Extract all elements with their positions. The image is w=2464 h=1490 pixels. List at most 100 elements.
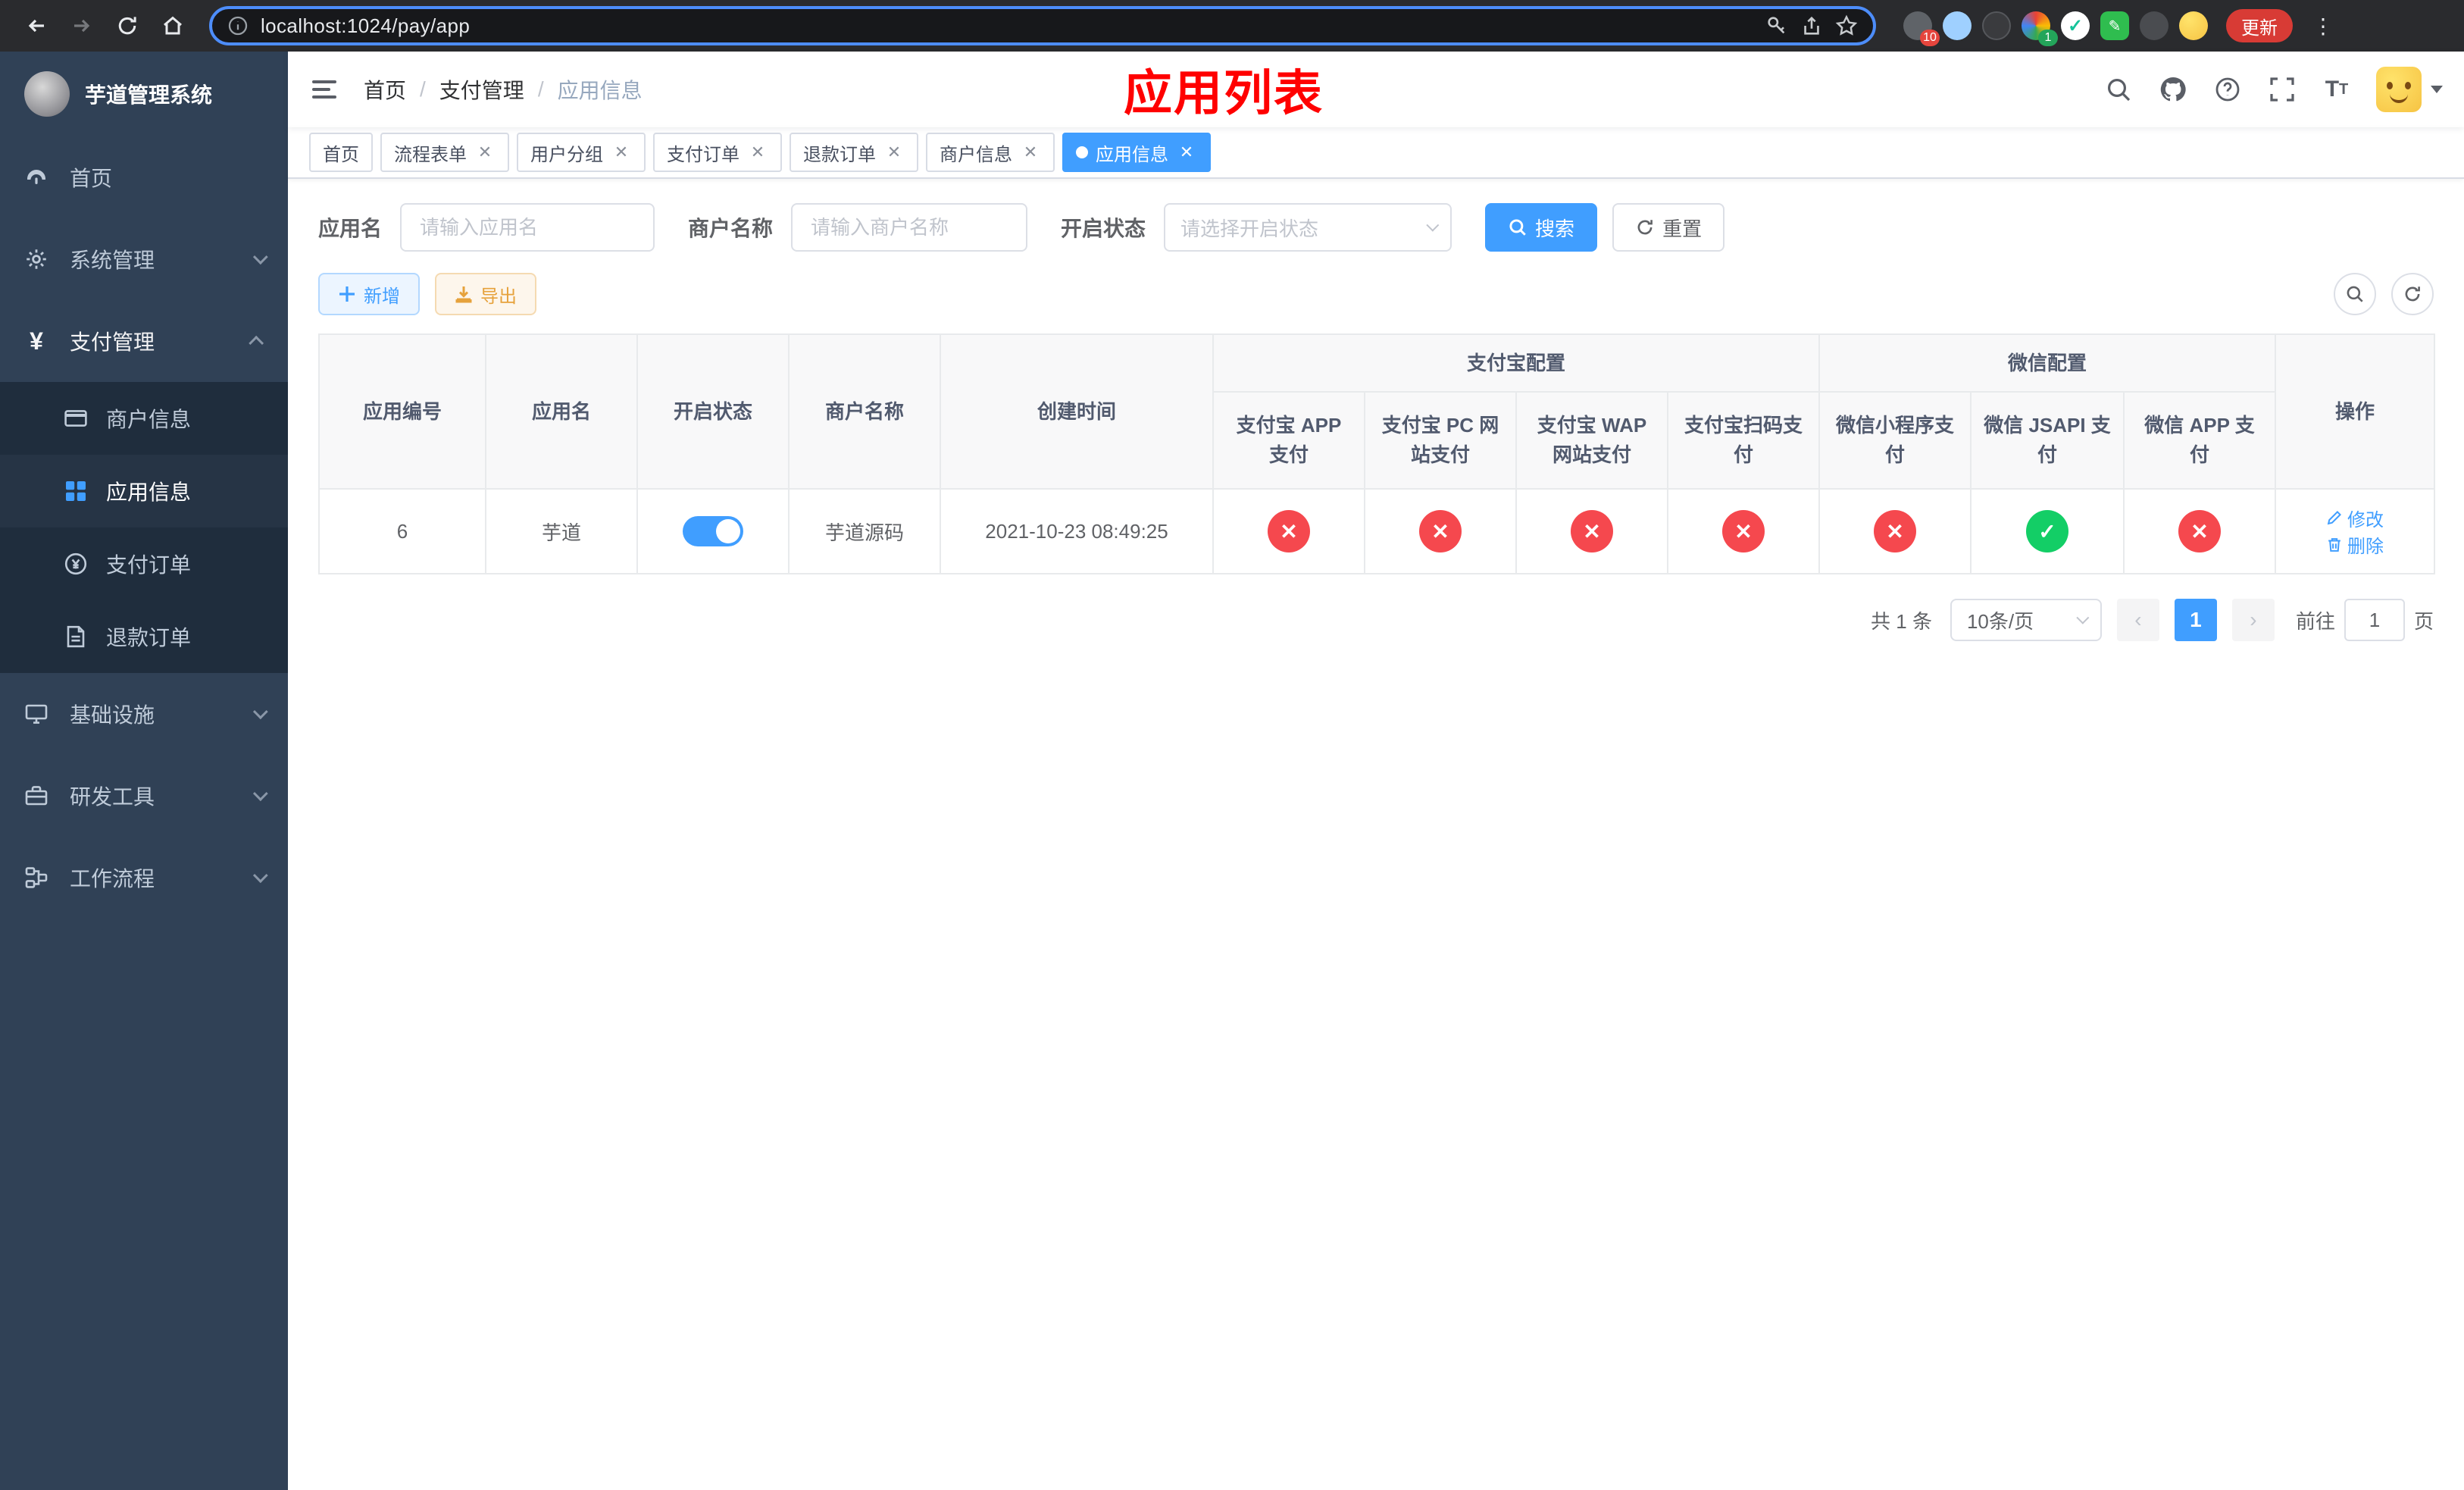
refresh-button[interactable] — [2391, 273, 2434, 315]
sidebar-item-pay-orders[interactable]: 支付订单 — [0, 527, 288, 600]
prev-page-button[interactable]: ‹ — [2116, 599, 2159, 641]
extension-puzzle2-icon[interactable] — [2140, 11, 2169, 40]
extensions-bar: 10 1 ✓ ✎ — [1903, 11, 2208, 46]
close-icon[interactable]: ✕ — [883, 142, 905, 163]
merchant-name-input[interactable] — [791, 203, 1028, 252]
page-title-annotation: 应用列表 — [1123, 66, 1324, 121]
search-icon[interactable] — [2103, 74, 2134, 105]
close-icon[interactable]: ✕ — [1176, 142, 1197, 163]
collapse-sidebar-icon[interactable] — [309, 73, 342, 106]
col-group-alipay: 支付宝配置 — [1212, 333, 1821, 393]
current-page-button[interactable]: 1 — [2174, 599, 2217, 641]
breadcrumb-separator: / — [420, 77, 426, 101]
cell-merchant: 芋道源码 — [788, 488, 941, 574]
tab-process-form[interactable]: 流程表单 ✕ — [380, 133, 509, 172]
close-icon[interactable]: ✕ — [611, 142, 632, 163]
sidebar-item-label: 支付管理 — [70, 330, 155, 354]
cell-created: 2021-10-23 08:49:25 — [940, 488, 1214, 574]
col-alipay-pc: 支付宝 PC 网站支付 — [1364, 391, 1517, 490]
export-button[interactable]: 导出 — [435, 273, 536, 315]
close-icon[interactable]: ✕ — [747, 142, 768, 163]
total-count: 共 1 条 — [1871, 609, 1932, 633]
toggle-search-button[interactable] — [2334, 273, 2376, 315]
back-icon[interactable] — [15, 5, 58, 47]
page-unit-label: 页 — [2413, 609, 2434, 633]
password-key-icon[interactable] — [1765, 14, 1788, 37]
sidebar: 芋道管理系统 首页 系统管理 ¥ 支付管理 商户信息 应用信息 支付订单 退款订… — [0, 52, 288, 1490]
extension-dark-icon[interactable] — [1982, 11, 2011, 40]
browser-menu-icon[interactable]: ⋮ — [2302, 5, 2344, 47]
active-dot — [1076, 146, 1088, 158]
sidebar-item-label: 系统管理 — [70, 249, 155, 272]
search-button[interactable]: 搜索 — [1485, 203, 1598, 252]
help-icon[interactable] — [2212, 74, 2243, 105]
goto-page-input[interactable] — [2344, 599, 2405, 641]
tab-home[interactable]: 首页 — [309, 133, 373, 172]
app-table: 应用编号 应用名 开启状态 商户名称 创建时间 支付宝配置 微信配置 操作 支付… — [318, 333, 2436, 574]
github-icon[interactable] — [2158, 74, 2188, 105]
extension-puzzle-icon[interactable]: 10 — [1903, 11, 1940, 46]
chevron-down-icon — [1426, 218, 1440, 232]
check-icon: ✓ — [2026, 510, 2069, 552]
user-menu[interactable] — [2376, 67, 2443, 112]
sidebar-item-home[interactable]: 首页 — [0, 136, 288, 218]
extension-chat-icon[interactable]: ✎ — [2100, 11, 2129, 40]
extension-color-icon[interactable]: 1 — [2022, 11, 2058, 46]
status-toggle[interactable] — [683, 516, 743, 546]
sidebar-item-workflow[interactable]: 工作流程 — [0, 837, 288, 919]
home-icon[interactable] — [152, 5, 194, 47]
cross-icon: ✕ — [1571, 510, 1613, 552]
col-app-name: 应用名 — [485, 333, 638, 490]
sidebar-logo[interactable]: 芋道管理系统 — [0, 52, 288, 136]
site-info-icon[interactable] — [227, 15, 249, 36]
next-page-button[interactable]: › — [2231, 599, 2275, 641]
tab-pay-orders[interactable]: 支付订单 ✕ — [653, 133, 782, 172]
sidebar-item-dev-tools[interactable]: 研发工具 — [0, 755, 288, 837]
sidebar-item-merchant-info[interactable]: 商户信息 — [0, 382, 288, 455]
delete-link[interactable]: 删除 — [2326, 531, 2384, 558]
extension-check-icon[interactable]: ✓ — [2061, 11, 2090, 40]
forward-icon[interactable] — [61, 5, 103, 47]
sidebar-item-payment[interactable]: ¥ 支付管理 — [0, 300, 288, 382]
sidebar-item-app-info[interactable]: 应用信息 — [0, 455, 288, 527]
cell-app-name: 芋道 — [485, 488, 638, 574]
col-merchant: 商户名称 — [788, 333, 941, 490]
sidebar-item-infrastructure[interactable]: 基础设施 — [0, 673, 288, 755]
sidebar-item-system[interactable]: 系统管理 — [0, 218, 288, 300]
share-icon[interactable] — [1800, 14, 1823, 37]
close-icon[interactable]: ✕ — [1020, 142, 1041, 163]
reset-button[interactable]: 重置 — [1612, 203, 1725, 252]
main-area: 首页 / 支付管理 / 应用信息 应用列表 T T 首页 流程表单 ✕ 用户分组… — [288, 52, 2464, 1490]
toolbox-icon — [24, 784, 48, 808]
chevron-down-icon — [252, 786, 268, 802]
app-name-input[interactable] — [400, 203, 655, 252]
tab-refund-orders[interactable]: 退款订单 ✕ — [790, 133, 918, 172]
bookmark-star-icon[interactable] — [1835, 14, 1858, 37]
tab-merchant-info[interactable]: 商户信息 ✕ — [926, 133, 1055, 172]
fullscreen-icon[interactable] — [2267, 74, 2297, 105]
tab-app-info[interactable]: 应用信息 ✕ — [1062, 133, 1211, 172]
sidebar-item-label: 商户信息 — [106, 408, 192, 431]
extension-avatar-icon[interactable] — [2179, 11, 2208, 40]
font-size-icon[interactable]: TT — [2322, 74, 2352, 105]
add-button[interactable]: 新增 — [318, 273, 420, 315]
url-bar[interactable]: localhost:1024/pay/app — [209, 6, 1876, 45]
col-wechat-mini: 微信小程序支付 — [1818, 391, 1972, 490]
sidebar-item-refund-orders[interactable]: 退款订单 — [0, 600, 288, 673]
page-content: 应用名 商户名称 开启状态 请选择开启状态 — [288, 179, 2464, 1490]
col-app-id: 应用编号 — [318, 333, 486, 490]
close-icon[interactable]: ✕ — [474, 142, 496, 163]
tab-user-group[interactable]: 用户分组 ✕ — [517, 133, 646, 172]
browser-update-button[interactable]: 更新 — [2226, 9, 2293, 42]
credit-card-icon — [64, 406, 88, 430]
breadcrumb-home[interactable]: 首页 — [364, 74, 406, 105]
breadcrumb-payment[interactable]: 支付管理 — [439, 74, 524, 105]
payment-submenu: 商户信息 应用信息 支付订单 退款订单 — [0, 382, 288, 673]
edit-link[interactable]: 修改 — [2326, 505, 2384, 531]
status-select[interactable]: 请选择开启状态 — [1164, 203, 1452, 252]
extension-drop-icon[interactable] — [1943, 11, 1972, 40]
page-size-select[interactable]: 10条/页 — [1950, 599, 2102, 641]
cell-status — [636, 488, 790, 574]
reload-icon[interactable] — [106, 5, 149, 47]
goto-label: 前往 — [2295, 609, 2335, 633]
